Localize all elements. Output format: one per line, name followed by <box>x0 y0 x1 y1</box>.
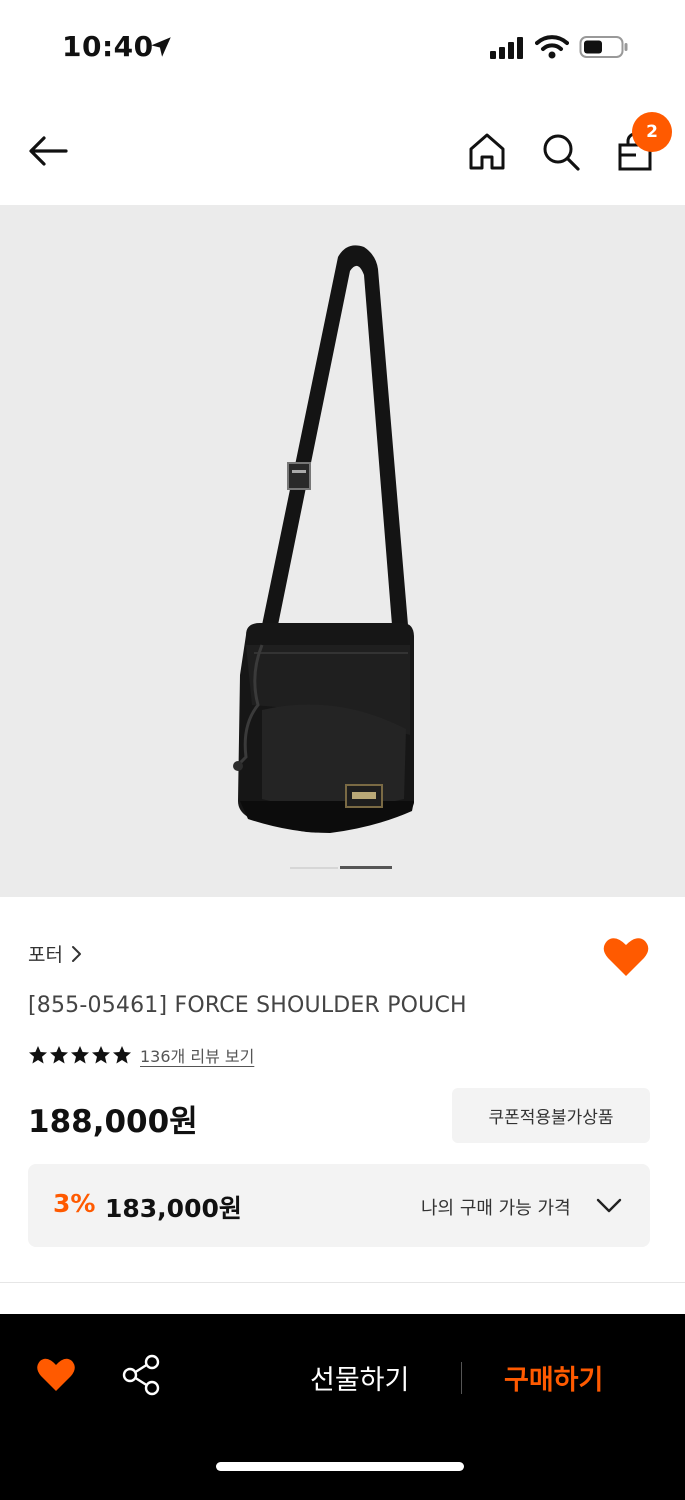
wifi-icon <box>535 35 569 59</box>
star-icon <box>71 1046 89 1064</box>
status-bar: 10:40 <box>0 0 685 95</box>
product-image[interactable] <box>0 205 685 897</box>
cart-count-badge[interactable]: 2 <box>632 112 672 152</box>
status-time: 10:40 <box>62 30 154 63</box>
product-price: 188,000원 <box>28 1104 198 1140</box>
my-price-label: 나의 구매 가능 가격 <box>421 1198 571 1219</box>
shoulder-pouch-image <box>233 245 414 833</box>
buy-button[interactable]: 구매하기 <box>504 1358 603 1397</box>
discount-rate: 3% <box>53 1189 96 1218</box>
wishlist-heart-icon[interactable] <box>602 935 650 979</box>
battery-icon <box>579 36 628 58</box>
pager-indicator[interactable] <box>290 867 338 869</box>
my-price-value: 183,000원 <box>105 1194 242 1223</box>
star-icon <box>113 1046 131 1064</box>
my-price-dropdown[interactable]: 3% 183,000원 나의 구매 가능 가격 <box>28 1164 650 1247</box>
top-navigation <box>0 95 685 205</box>
rating-row: 136개 리뷰 보기 <box>28 1043 254 1067</box>
signal-icon <box>490 37 523 59</box>
star-icon <box>50 1046 68 1064</box>
button-separator <box>461 1362 462 1394</box>
coupon-unavailable-tag: 쿠폰적용불가상품 <box>452 1088 650 1143</box>
back-arrow-icon[interactable] <box>24 131 72 171</box>
search-icon[interactable] <box>540 131 582 171</box>
chevron-right-icon <box>71 945 81 962</box>
star-icon <box>92 1046 110 1064</box>
rating-stars <box>28 1045 132 1065</box>
home-indicator[interactable] <box>216 1462 464 1471</box>
image-pager <box>290 865 400 871</box>
brand-name: 포터 <box>28 944 63 966</box>
heart-icon[interactable] <box>36 1356 76 1394</box>
review-link[interactable]: 136개 리뷰 보기 <box>140 1043 254 1067</box>
gift-button[interactable]: 선물하기 <box>310 1358 409 1397</box>
product-name: [855-05461] FORCE SHOULDER POUCH <box>28 993 467 1018</box>
share-icon[interactable] <box>121 1354 161 1396</box>
star-icon <box>29 1046 47 1064</box>
chevron-down-icon <box>596 1198 622 1213</box>
section-divider <box>0 1282 685 1283</box>
brand-link[interactable]: 포터 <box>28 940 83 967</box>
bottom-action-bar: 선물하기 구매하기 <box>0 1314 685 1500</box>
home-icon[interactable] <box>466 131 508 171</box>
location-arrow-icon <box>151 37 171 57</box>
pager-indicator-active[interactable] <box>340 866 392 869</box>
